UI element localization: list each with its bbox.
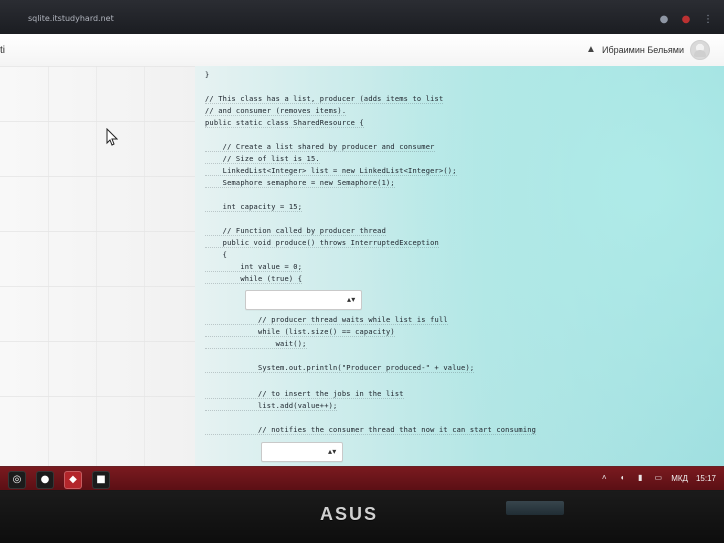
code-line-21: // producer thread waits while list is f… xyxy=(205,316,448,325)
taskbar-apps: ◎ ● ◆ ■ xyxy=(8,471,110,489)
app-icon[interactable]: ■ xyxy=(92,471,110,489)
system-tray: ˄ ◖ ▮ ▭ МКД 15:17 xyxy=(599,473,716,483)
address-bar-text[interactable]: sqlite.itstudyhard.net xyxy=(28,14,114,23)
browser-top-bar: sqlite.itstudyhard.net ● ● ⋮ xyxy=(0,0,724,34)
brand-logo: ASUS xyxy=(320,504,379,524)
answer-dropdown-1[interactable]: ▴▾ xyxy=(245,290,362,310)
user-name: Ибраимин Бельями xyxy=(602,45,684,55)
pane-gridline xyxy=(0,396,195,397)
code-pane: } // This class has a list, producer (ad… xyxy=(195,66,724,466)
code-line-5: public static class SharedResource { xyxy=(205,119,364,128)
code-line-3: // This class has a list, producer (adds… xyxy=(205,95,444,104)
pane-gridline xyxy=(0,231,195,232)
dropdown-arrow-icon: ▴▾ xyxy=(328,447,337,456)
app-header: ti ▲ Ибраимин Бельями xyxy=(0,34,724,67)
code-line-30: // notifies the consumer thread that now… xyxy=(205,426,537,435)
code-line-16: { xyxy=(205,251,228,259)
pane-gridline xyxy=(96,66,97,466)
extensions-icon[interactable]: ● xyxy=(658,14,670,26)
avatar[interactable] xyxy=(690,40,710,60)
window-controls: ● ● ⋮ xyxy=(658,14,714,26)
tray-up-arrow-icon[interactable]: ˄ xyxy=(599,473,609,483)
battery-icon[interactable]: ▭ xyxy=(653,473,663,483)
code-line-14: // Function called by producer thread xyxy=(205,227,386,236)
code-line-25: System.out.println("Producer produced-" … xyxy=(205,364,475,373)
pane-gridline xyxy=(0,286,195,287)
code-line-7: // Create a list shared by producer and … xyxy=(205,143,435,152)
code-line-18: while (true) { xyxy=(205,275,303,284)
user-menu[interactable]: ▲ Ибраимин Бельями xyxy=(586,40,710,60)
pane-gridline xyxy=(144,66,145,466)
code-line-8: // Size of list is 15. xyxy=(205,155,320,164)
app-header-left-label: ti xyxy=(0,45,5,56)
code-line-12: int capacity = 15; xyxy=(205,203,303,212)
code-line-28: list.add(value++); xyxy=(205,402,338,411)
pane-gridline xyxy=(0,121,195,122)
code-line-15: public void produce() throws Interrupted… xyxy=(205,239,439,248)
monitor-screen: sqlite.itstudyhard.net ● ● ⋮ ti ▲ Ибраим… xyxy=(0,0,724,490)
speaker-icon[interactable]: ◖ xyxy=(617,473,627,483)
mouse-cursor-icon xyxy=(106,128,118,146)
code-line-9: LinkedList<Integer> list = new LinkedLis… xyxy=(205,167,457,176)
left-navigation-pane xyxy=(0,66,196,466)
code-line-17: int value = 0; xyxy=(205,263,303,272)
keyboard-language[interactable]: МКД xyxy=(671,474,688,483)
bezel-badge xyxy=(506,501,564,515)
chrome-icon[interactable]: ● xyxy=(36,471,54,489)
taskbar: ◎ ● ◆ ■ ˄ ◖ ▮ ▭ МКД 15:17 xyxy=(0,466,724,490)
code-line-22: while (list.size() == capacity) xyxy=(205,328,395,337)
main-content: } // This class has a list, producer (ad… xyxy=(0,66,724,466)
pane-gridline xyxy=(48,66,49,466)
pane-gridline xyxy=(0,341,195,342)
system-time[interactable]: 15:17 xyxy=(696,474,716,483)
dropdown-arrow-icon: ▴▾ xyxy=(347,295,356,304)
code-line-23: wait(); xyxy=(205,340,307,349)
code-line-10: Semaphore semaphore = new Semaphore(1); xyxy=(205,179,395,188)
windows-start-icon[interactable]: ◎ xyxy=(8,471,26,489)
photo-of-monitor: sqlite.itstudyhard.net ● ● ⋮ ti ▲ Ибраим… xyxy=(0,0,724,543)
pane-gridline xyxy=(0,66,195,67)
code-line-27: // to insert the jobs in the list xyxy=(205,390,404,399)
monitor-bezel: ASUS xyxy=(0,490,724,543)
answer-dropdown-2[interactable]: ▴▾ xyxy=(261,442,343,462)
code-line-1: } xyxy=(205,71,210,79)
record-icon[interactable]: ● xyxy=(680,14,692,26)
network-icon[interactable]: ▮ xyxy=(635,473,645,483)
notification-bell-icon[interactable]: ▲ xyxy=(586,45,596,55)
browser-active-icon[interactable]: ◆ xyxy=(64,471,82,489)
pane-gridline xyxy=(0,176,195,177)
code-block: } // This class has a list, producer (ad… xyxy=(205,66,715,466)
menu-icon[interactable]: ⋮ xyxy=(702,14,714,26)
code-line-4: // and consumer (removes items). xyxy=(205,107,347,116)
